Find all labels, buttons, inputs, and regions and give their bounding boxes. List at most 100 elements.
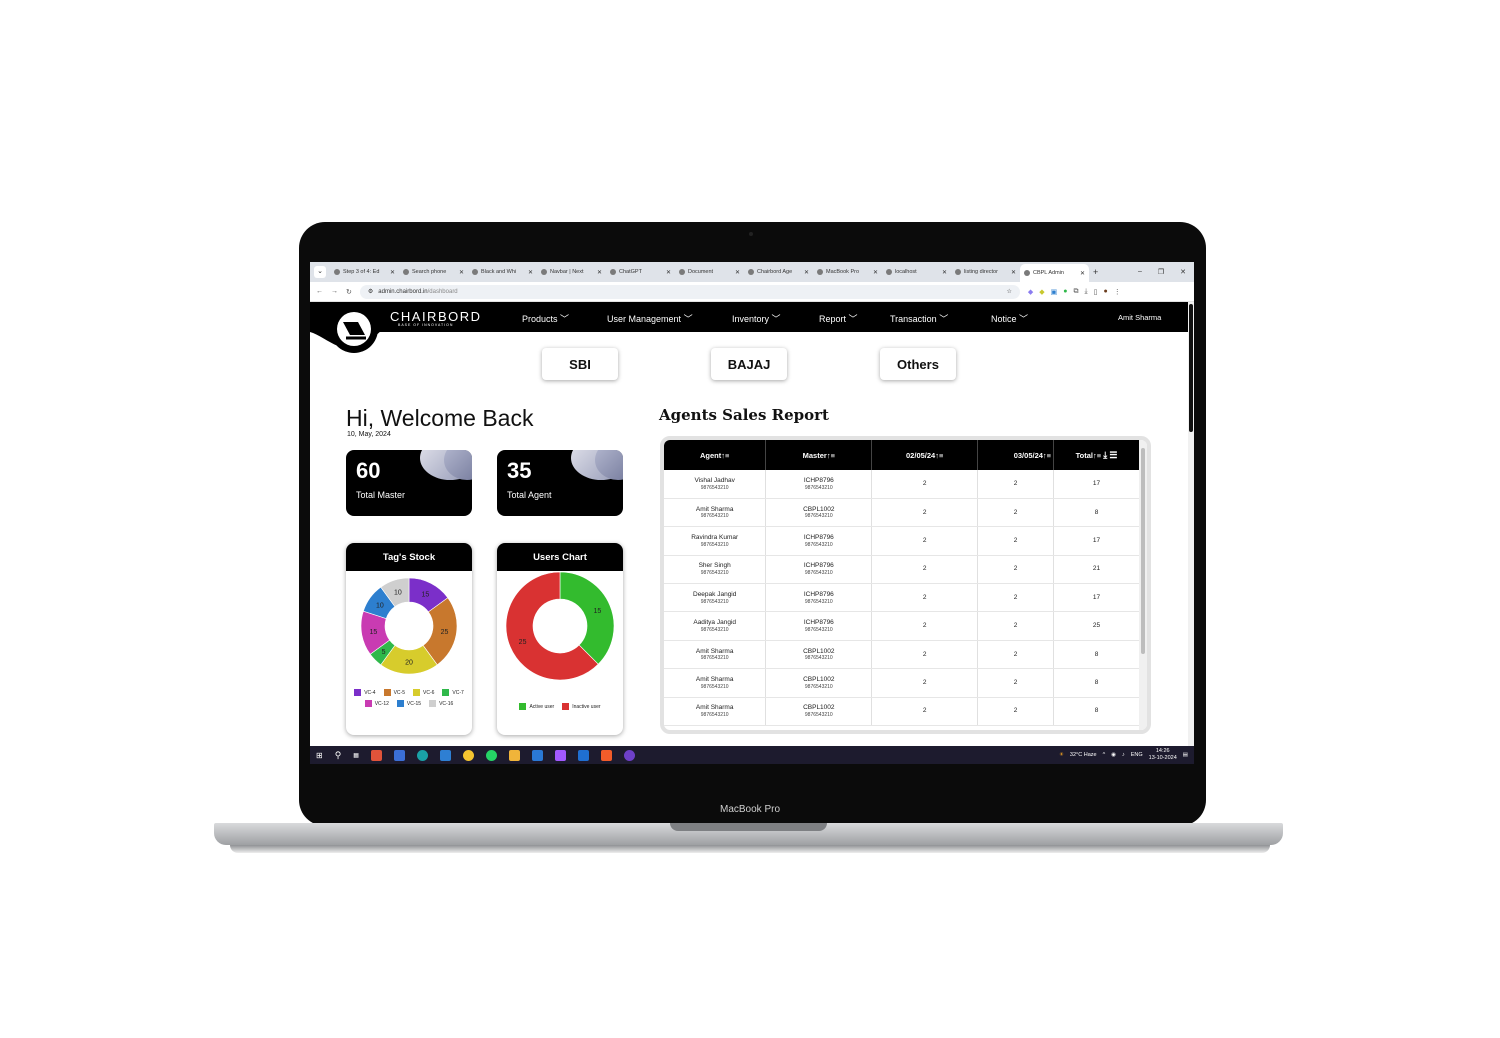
bookmark-star-icon[interactable]: ☆ [1006,288,1011,295]
donut-slice-active-user[interactable] [559,571,615,665]
close-tab-icon[interactable]: ✕ [873,269,878,276]
browser-tab[interactable]: listing director ✕ [951,265,1020,279]
back-icon[interactable]: ← [316,288,323,295]
bank-button-sbi[interactable]: SBI [542,348,618,380]
table-row[interactable]: Amit Sharma 9876543210 CBPL1002 9876543210 2… [664,697,1140,727]
browser-tab[interactable]: MacBook Pro ✕ [813,265,882,279]
col-header-agent[interactable]: Agent↑≡ [664,440,767,470]
col-header-total[interactable]: Total↑≡ ⤓ ☰ [1053,440,1140,470]
brand-name[interactable]: CHAIRBORD [390,309,482,324]
bank-button-bajaj[interactable]: BAJAJ [711,348,787,380]
table-row[interactable]: Amit Sharma 9876543210 CBPL1002 9876543210 2… [664,498,1140,528]
chrome-icon[interactable] [462,749,474,761]
page-scrollbar-thumb[interactable] [1189,304,1193,432]
close-tab-icon[interactable]: ✕ [804,269,809,276]
search-icon[interactable]: ⚲ [335,750,342,761]
bank-button-others[interactable]: Others [880,348,956,380]
legend-item[interactable]: VC-6 [413,689,434,696]
legend-item[interactable]: Active user [519,703,554,710]
table-scrollbar[interactable] [1139,440,1147,730]
app-icon[interactable] [393,749,405,761]
app-icon[interactable] [370,749,382,761]
legend-item[interactable]: VC-5 [383,689,405,696]
github-icon[interactable] [623,749,635,761]
close-tab-icon[interactable]: ✕ [459,269,464,276]
sort-icon[interactable]: ↑≡ [1043,451,1051,460]
user-menu[interactable]: Amit Sharma [1118,313,1161,322]
browser-tab[interactable]: Step 3 of 4: Ed ✕ [330,265,399,279]
weather-icon[interactable]: ☀ [1059,752,1064,758]
windows-start-icon[interactable]: ⊞ [316,751,323,760]
close-tab-icon[interactable]: ✕ [666,269,671,276]
browser-menu-icon[interactable]: ⋮ [1114,288,1121,296]
restore-icon[interactable]: ❐ [1158,268,1164,276]
stat-card-total-master[interactable]: 60 Total Master [346,450,472,516]
table-row[interactable]: Sher Singh 9876543210 ICHP8796 9876543210 2 2… [664,555,1140,585]
browser-tab[interactable]: ChatGPT ✕ [606,265,675,279]
whatsapp-icon[interactable] [485,749,497,761]
legend-item[interactable]: VC-7 [442,689,464,696]
reload-icon[interactable]: ↻ [346,288,352,296]
nav-item[interactable]: Report ﹀ [819,312,858,325]
browser-tab[interactable]: Navbar | Next ✕ [537,265,606,279]
legend-item[interactable]: Inactive user [562,703,601,710]
browser-tab[interactable]: CBPL Admin ✕ [1020,264,1089,282]
table-row[interactable]: Amit Sharma 9876543210 CBPL1002 9876543210 2… [664,640,1140,670]
sort-icon[interactable]: ↑≡ [935,451,943,460]
browser-tab[interactable]: Search phone ✕ [399,265,468,279]
address-bar[interactable]: ⚙ admin.chairbord.in/dashboard ☆ [359,284,1020,299]
task-view-icon[interactable]: ▦ [353,752,359,759]
site-info-icon[interactable]: ⚙ [368,288,373,295]
extension-icon[interactable]: ◆ [1028,288,1033,296]
browser-tab[interactable]: Black and Whi ✕ [468,265,537,279]
language-indicator[interactable]: ENG [1131,752,1143,758]
close-tab-icon[interactable]: ✕ [735,269,740,276]
col-header-date-1[interactable]: 02/05/24↑≡ [871,440,979,470]
app-icon[interactable] [600,749,612,761]
nav-item[interactable]: User Management ﹀ [607,312,693,325]
col-header-date-2[interactable]: 03/05/24↑≡ [977,440,1055,470]
tray-chevron-icon[interactable]: ^ [1103,752,1106,758]
close-tab-icon[interactable]: ✕ [390,269,395,276]
extension-icon[interactable]: ▣ [1051,288,1058,296]
browser-tab[interactable]: localhost ✕ [882,265,951,279]
profile-avatar[interactable]: ● [1103,288,1107,296]
extension-icon[interactable]: ◆ [1039,288,1044,296]
clock[interactable]: 14:26 13-10-2024 [1149,748,1177,761]
col-header-master[interactable]: Master↑≡ [765,440,873,470]
nav-item[interactable]: Products ﹀ [522,312,569,325]
close-tab-icon[interactable]: ✕ [1011,269,1016,276]
nav-item[interactable]: Transaction ﹀ [890,312,948,325]
table-row[interactable]: Ravindra Kumar 9876543210 ICHP8796 98765432… [664,526,1140,556]
legend-item[interactable]: VC-15 [396,700,421,707]
table-row[interactable]: Deepak Jangid 9876543210 ICHP8796 987654321… [664,583,1140,613]
outlook-icon[interactable] [439,749,451,761]
figma-icon[interactable] [554,749,566,761]
sort-icon[interactable]: ↑≡ [721,451,729,460]
tab-search-icon[interactable]: ⌄ [314,266,326,278]
close-tab-icon[interactable]: ✕ [528,269,533,276]
legend-item[interactable]: VC-16 [429,700,453,707]
nav-item[interactable]: Inventory ﹀ [732,312,781,325]
close-window-icon[interactable]: ✕ [1180,268,1186,276]
browser-tab[interactable]: Document ✕ [675,265,744,279]
table-row[interactable]: Amit Sharma 9876543210 CBPL1002 9876543210 2… [664,668,1140,698]
extension-icon[interactable]: ● [1063,288,1067,296]
download-icon[interactable]: ⤓ [1103,450,1107,460]
download-icon[interactable]: ⤓ [1085,288,1088,296]
close-tab-icon[interactable]: ✕ [1080,270,1085,277]
nav-item[interactable]: Notice ﹀ [991,312,1028,325]
forward-icon[interactable]: → [331,288,338,295]
edge-icon[interactable] [416,749,428,761]
notification-icon[interactable]: ▤ [1183,752,1188,758]
table-row[interactable]: Aaditya Jangid 9876543210 ICHP8796 98765432… [664,611,1140,641]
table-row[interactable]: Vishal Jadhav 9876543210 ICHP8796 987654321… [664,470,1140,499]
legend-item[interactable]: VC-4 [354,689,376,696]
file-explorer-icon[interactable] [508,749,520,761]
app-icon[interactable] [577,749,589,761]
close-tab-icon[interactable]: ✕ [597,269,602,276]
network-icon[interactable]: ◉ [1111,752,1116,758]
table-scrollbar-thumb[interactable] [1141,448,1145,654]
extensions-puzzle-icon[interactable]: ⧉ [1074,288,1079,296]
side-panel-icon[interactable]: ▯ [1094,288,1098,296]
